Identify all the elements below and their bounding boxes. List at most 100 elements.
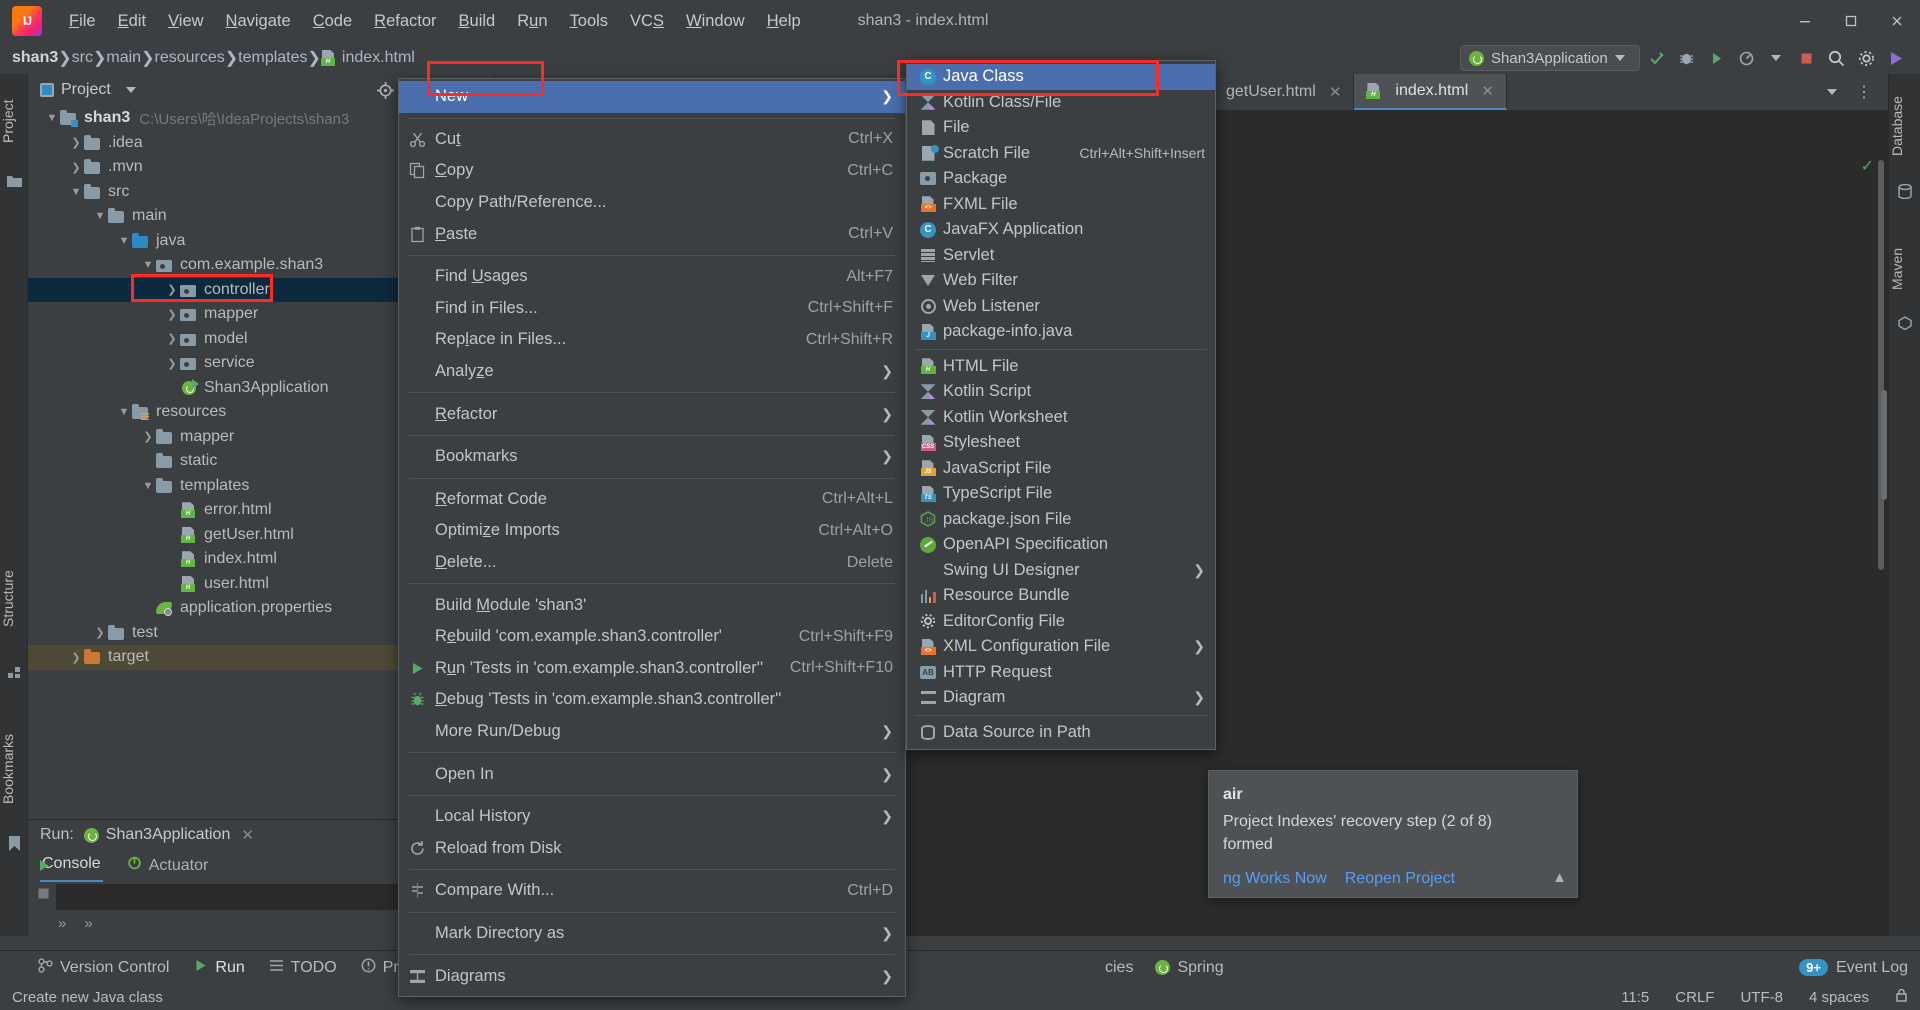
bottom-item-run[interactable]: Run — [193, 958, 245, 978]
context-menu-item-copy-path[interactable]: Copy Path/Reference... — [399, 187, 905, 219]
context-menu-item-refactor[interactable]: Refactor ❯ — [399, 398, 905, 430]
submenu-item-http-request[interactable]: AB HTTP Request — [907, 660, 1215, 686]
close-icon[interactable]: ✕ — [1329, 83, 1342, 101]
chevron-down-icon[interactable] — [1762, 45, 1790, 71]
submenu-item-data-source-in-path[interactable]: Data Source in Path — [907, 720, 1215, 746]
menu-navigate[interactable]: Navigate — [215, 7, 302, 36]
chevron-up-icon[interactable]: ▲ — [1552, 867, 1567, 889]
context-menu-item-mark-directory-as[interactable]: Mark Directory as ❯ — [399, 918, 905, 950]
submenu-item-package-info-java[interactable]: J package-info.java — [907, 319, 1215, 345]
menu-view[interactable]: View — [157, 7, 214, 36]
chevron-down-icon[interactable]: ▼ — [44, 112, 60, 124]
tool-window-structure[interactable]: Structure — [0, 544, 28, 654]
submenu-item-swing-ui-designer[interactable]: Swing UI Designer ❯ — [907, 558, 1215, 584]
more-options-icon[interactable]: ⋮ — [1850, 79, 1878, 105]
chevron-right-icon[interactable]: ❯ — [164, 308, 180, 321]
editor-tab-index-html[interactable]: H index.html ✕ — [1354, 74, 1507, 110]
lock-icon[interactable] — [1895, 988, 1908, 1006]
close-icon[interactable]: ✕ — [1481, 82, 1494, 100]
menu-vcs[interactable]: VCS — [619, 7, 675, 36]
structure-icon[interactable] — [8, 666, 21, 684]
submenu-item-file[interactable]: File — [907, 115, 1215, 141]
context-menu-item-rebuild[interactable]: Rebuild 'com.example.shan3.controller' C… — [399, 621, 905, 653]
context-menu-item-cut[interactable]: Cut Ctrl+X — [399, 124, 905, 156]
submenu-item-web-listener[interactable]: Web Listener — [907, 294, 1215, 320]
bottom-item-version-control[interactable]: Version Control — [38, 957, 169, 978]
locate-icon[interactable] — [372, 78, 398, 102]
breadcrumb-item-shan3[interactable]: shan3 — [12, 49, 58, 67]
maven-icon[interactable] — [1898, 316, 1912, 335]
chevron-down-icon[interactable] — [125, 87, 136, 93]
line-separator[interactable]: CRLF — [1675, 989, 1714, 1006]
search-icon[interactable] — [1822, 45, 1850, 71]
menu-file[interactable]: File — [58, 7, 107, 36]
breadcrumb-item-index-html[interactable]: H index.html — [320, 49, 415, 67]
chevron-down-icon[interactable]: ▼ — [116, 406, 132, 418]
submenu-item-package[interactable]: Package — [907, 166, 1215, 192]
submenu-item-html-file[interactable]: H HTML File — [907, 354, 1215, 380]
menu-build[interactable]: Build — [448, 7, 507, 36]
context-menu-item-bookmarks[interactable]: Bookmarks ❯ — [399, 441, 905, 473]
context-menu-item-copy[interactable]: Copy Ctrl+C — [399, 155, 905, 187]
submenu-item-diagram[interactable]: Diagram ❯ — [907, 685, 1215, 711]
profile-icon[interactable] — [1732, 45, 1760, 71]
chevron-down-icon[interactable] — [1818, 79, 1846, 105]
chevron-right-icon[interactable]: ❯ — [164, 357, 180, 370]
database-icon[interactable] — [1898, 183, 1912, 204]
chevron-down-icon[interactable]: ▼ — [140, 480, 156, 492]
chevron-right-icon[interactable]: ❯ — [140, 430, 156, 443]
close-icon[interactable] — [1874, 0, 1920, 42]
menu-window[interactable]: Window — [675, 7, 756, 36]
context-menu-item-diagrams[interactable]: Diagrams ❯ — [399, 960, 905, 992]
context-menu-item-reload-from-disk[interactable]: Reload from Disk — [399, 832, 905, 864]
tab-actuator[interactable]: Actuator — [125, 852, 211, 882]
caret-position[interactable]: 11:5 — [1621, 989, 1649, 1006]
context-menu-item-local-history[interactable]: Local History ❯ — [399, 801, 905, 833]
context-menu-item-optimize-imports[interactable]: Optimize Imports Ctrl+Alt+O — [399, 515, 905, 547]
context-menu-item-new[interactable]: New ❯ — [399, 81, 905, 113]
context-menu-item-compare-with[interactable]: Compare With... Ctrl+D — [399, 875, 905, 907]
folder-icon[interactable] — [7, 174, 22, 193]
context-menu-item-open-in[interactable]: Open In ❯ — [399, 758, 905, 790]
submenu-item-editorconfig-file[interactable]: EditorConfig File — [907, 609, 1215, 635]
menu-help[interactable]: Help — [756, 7, 812, 36]
menu-edit[interactable]: Edit — [107, 7, 157, 36]
submenu-item-package-json-file[interactable]: JS package.json File — [907, 507, 1215, 533]
build-icon[interactable] — [1642, 45, 1670, 71]
inspection-ok-icon[interactable]: ✓ — [1861, 156, 1874, 176]
menu-refactor[interactable]: Refactor — [363, 7, 447, 36]
editor-scrollbar-lower[interactable] — [1881, 390, 1887, 500]
chevron-down-icon[interactable]: ▼ — [116, 235, 132, 247]
tool-window-database[interactable]: Database — [1889, 80, 1920, 172]
file-encoding[interactable]: UTF-8 — [1740, 989, 1783, 1006]
submenu-item-stylesheet[interactable]: CSS Stylesheet — [907, 430, 1215, 456]
submenu-item-web-filter[interactable]: Web Filter — [907, 268, 1215, 294]
breadcrumb-item-templates[interactable]: templates — [238, 49, 307, 67]
context-menu-item-paste[interactable]: Paste Ctrl+V — [399, 218, 905, 250]
chevron-right-icon[interactable]: ❯ — [68, 161, 84, 174]
stop-icon[interactable] — [32, 882, 54, 904]
minimize-icon[interactable] — [1782, 0, 1828, 42]
submenu-item-jav ascript-file[interactable]: JS JavaScript File — [907, 456, 1215, 482]
chevron-right-icon[interactable]: ❯ — [164, 283, 180, 296]
bottom-item-dependencies[interactable]: cies — [1098, 959, 1133, 977]
context-menu-item-find-in-files[interactable]: Find in Files... Ctrl+Shift+F — [399, 293, 905, 325]
editor-scrollbar[interactable] — [1878, 160, 1884, 570]
context-menu-item-delete[interactable]: Delete... Delete — [399, 547, 905, 579]
chevron-down-icon[interactable]: ▼ — [68, 186, 84, 198]
chevron-right-icon[interactable]: ❯ — [164, 332, 180, 345]
submenu-item-kotlin-class-file[interactable]: Kotlin Class/File — [907, 90, 1215, 116]
run-with-coverage-icon[interactable] — [1702, 45, 1730, 71]
bookmark-icon[interactable] — [9, 836, 20, 856]
menu-run[interactable]: Run — [506, 7, 558, 36]
context-menu-item-analyze[interactable]: Analyze ❯ — [399, 356, 905, 388]
chevron-right-icon[interactable]: ❯ — [92, 626, 108, 639]
bottom-item-todo[interactable]: TODO — [269, 959, 337, 977]
submenu-item-fxml-file[interactable]: <> FXML File — [907, 192, 1215, 218]
run-config-chip[interactable]: Shan3Application ✕ — [83, 826, 254, 844]
updates-icon[interactable] — [1882, 45, 1910, 71]
context-menu-item-run-tests[interactable]: Run 'Tests in 'com.example.shan3.control… — [399, 653, 905, 685]
context-menu-item-find-usages[interactable]: Find Usages Alt+F7 — [399, 261, 905, 293]
settings-gear-icon[interactable] — [1852, 45, 1880, 71]
stop-icon[interactable] — [1792, 45, 1820, 71]
